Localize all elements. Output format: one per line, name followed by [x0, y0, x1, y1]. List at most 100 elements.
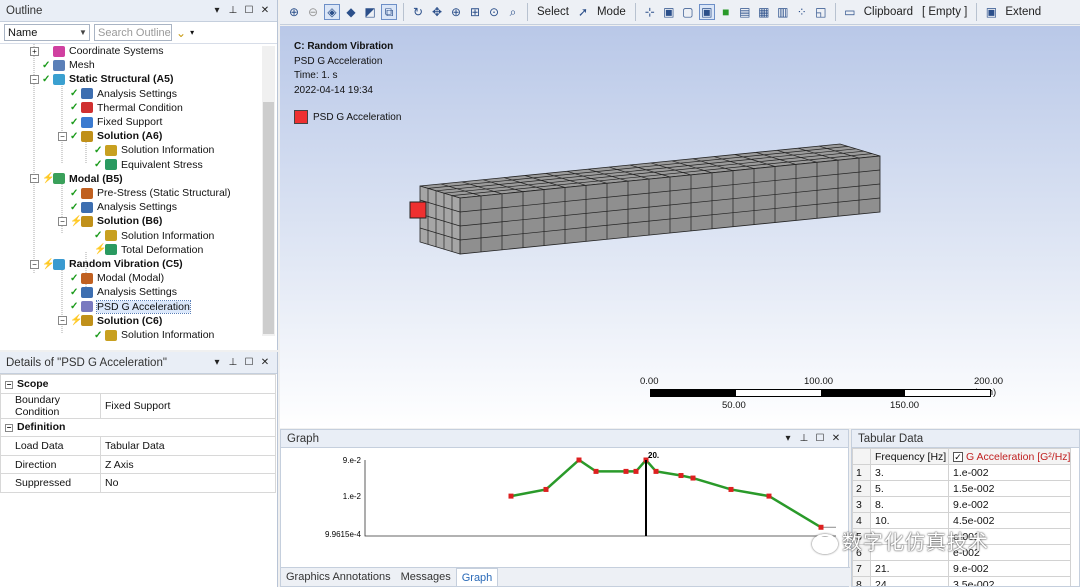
- acceleration-cell[interactable]: 9.e-002: [947, 560, 1072, 577]
- tree-item[interactable]: ✓ Mesh: [30, 58, 95, 72]
- search-outline-input[interactable]: [94, 24, 172, 41]
- rotate-icon[interactable]: ↻: [410, 4, 426, 20]
- tree-item[interactable]: ✓ Pre-Stress (Static Structural): [58, 186, 231, 200]
- graphics-viewport[interactable]: C: Random Vibration PSD G Acceleration T…: [280, 26, 1080, 428]
- frequency-cell[interactable]: 5.: [870, 480, 949, 497]
- dropdown-icon[interactable]: ▾: [211, 5, 223, 17]
- tree-item[interactable]: − ⚡ Modal (B5): [30, 172, 123, 186]
- select-all-icon[interactable]: ⁘: [794, 4, 810, 20]
- select-element-icon[interactable]: ▤: [737, 4, 753, 20]
- pin-icon[interactable]: ⊥: [227, 5, 239, 17]
- zoom-icon[interactable]: ⊕: [448, 4, 464, 20]
- collapse-icon[interactable]: −: [58, 316, 67, 326]
- zoom-fit-icon[interactable]: ⊙: [486, 4, 502, 20]
- data-point[interactable]: [543, 486, 549, 492]
- select-node-icon[interactable]: ■: [718, 4, 734, 20]
- select-edge-icon[interactable]: ▣: [661, 4, 677, 20]
- details-value[interactable]: Fixed Support: [100, 392, 276, 419]
- pan-icon[interactable]: ✥: [429, 4, 445, 20]
- details-value[interactable]: Tabular Data: [100, 436, 276, 456]
- acceleration-cell[interactable]: 1.e-002: [947, 464, 1072, 481]
- table-row[interactable]: 2 5. 1.5e-002: [852, 480, 1072, 497]
- tree-item[interactable]: − ⚡ Solution (B6): [58, 214, 162, 228]
- dropdown-icon[interactable]: ▾: [782, 433, 794, 445]
- frequency-cell[interactable]: 21.: [870, 560, 949, 577]
- data-point[interactable]: [653, 468, 659, 474]
- collapse-icon[interactable]: −: [58, 216, 67, 226]
- close-icon[interactable]: ✕: [830, 433, 842, 445]
- frequency-cell[interactable]: 24.: [870, 576, 949, 586]
- search-options-icon[interactable]: ▾: [190, 28, 194, 37]
- tree-item[interactable]: ✓ Solution Information: [82, 143, 214, 157]
- search-filter-icon[interactable]: ⌄: [176, 26, 186, 40]
- frequency-cell[interactable]: 8.: [870, 496, 949, 513]
- tab-graph[interactable]: Graph: [455, 568, 499, 586]
- details-section-header[interactable]: − Definition: [0, 417, 276, 438]
- frequency-column-header[interactable]: Frequency [Hz]: [870, 448, 949, 465]
- tab-graphics-annotations[interactable]: Graphics Annotations: [281, 568, 396, 586]
- collapse-icon[interactable]: −: [5, 380, 13, 389]
- clipboard-icon[interactable]: ▭: [842, 4, 858, 20]
- table-row[interactable]: 1 3. 1.e-002: [852, 464, 1072, 481]
- mode-menu[interactable]: Mode: [594, 6, 629, 18]
- magnifier-icon[interactable]: ⌕: [505, 4, 521, 20]
- plate-model[interactable]: [280, 26, 1080, 428]
- tree-item[interactable]: ✓ Thermal Condition: [58, 101, 183, 115]
- details-row[interactable]: Direction Z Axis: [0, 454, 276, 475]
- pin-icon[interactable]: ⊥: [227, 357, 239, 369]
- collapse-icon[interactable]: −: [58, 131, 67, 141]
- checkbox-icon[interactable]: ✓: [953, 451, 963, 462]
- dropdown-icon[interactable]: ▾: [211, 357, 223, 369]
- maximize-icon[interactable]: ☐: [243, 5, 255, 17]
- expand-icon[interactable]: +: [30, 46, 39, 56]
- box-select-icon[interactable]: ⧉: [381, 4, 397, 20]
- collapse-icon[interactable]: −: [30, 174, 39, 184]
- collapse-icon[interactable]: −: [30, 259, 39, 269]
- tree-item[interactable]: − ⚡ Solution (C6): [58, 314, 162, 328]
- tree-item[interactable]: ✓ Fixed Support: [58, 115, 162, 129]
- data-point[interactable]: [690, 475, 696, 481]
- collapse-icon[interactable]: −: [5, 424, 13, 433]
- details-row[interactable]: Suppressed No: [0, 473, 276, 493]
- data-point[interactable]: [623, 468, 629, 474]
- close-icon[interactable]: ✕: [259, 357, 271, 369]
- details-value[interactable]: Z Axis: [100, 454, 276, 475]
- psd-graph[interactable]: 9.e-2 1.e-2 9.9615e-4 20.: [281, 448, 848, 566]
- select-mesh-icon[interactable]: ▥: [775, 4, 791, 20]
- acceleration-cell[interactable]: 1.5e-002: [947, 480, 1072, 497]
- table-row[interactable]: 3 8. 9.e-002: [852, 496, 1072, 513]
- select-body-icon[interactable]: ▣: [698, 4, 715, 20]
- tree-item[interactable]: ✓ Equivalent Stress: [82, 158, 203, 172]
- zoom-out-icon[interactable]: ⊖: [305, 4, 321, 20]
- frequency-cell[interactable]: 3.: [870, 464, 949, 481]
- tree-item[interactable]: ⚡ Total Deformation: [82, 243, 203, 257]
- table-row[interactable]: 7 21. 9.e-002: [852, 560, 1072, 577]
- extend-menu[interactable]: Extend: [1002, 6, 1044, 18]
- tree-item[interactable]: + Coordinate Systems: [30, 44, 164, 58]
- acceleration-cell[interactable]: 3.5e-002: [947, 576, 1072, 586]
- data-point[interactable]: [633, 468, 639, 474]
- tree-item[interactable]: − ⚡ Random Vibration (C5): [30, 257, 183, 271]
- tree-item[interactable]: ✓ Analysis Settings: [58, 87, 177, 101]
- zoom-in-icon[interactable]: ⊕: [286, 4, 302, 20]
- tree-item[interactable]: ✓ Analysis Settings: [58, 200, 177, 214]
- outline-scrollbar[interactable]: [262, 46, 275, 336]
- tree-item[interactable]: ✓ Solution Information: [82, 229, 214, 243]
- tree-item[interactable]: ✓ PSD G Acceleration: [58, 299, 191, 314]
- pin-icon[interactable]: ⊥: [798, 433, 810, 445]
- data-point[interactable]: [508, 493, 514, 499]
- select-none-icon[interactable]: ◱: [813, 4, 829, 20]
- select-face-icon[interactable]: ▢: [680, 4, 696, 20]
- extend-icon[interactable]: ▣: [983, 4, 999, 20]
- shaded-view-icon[interactable]: ◈: [324, 4, 340, 20]
- outline-scrollbar-thumb[interactable]: [263, 102, 274, 334]
- data-point[interactable]: [593, 468, 599, 474]
- cursor-icon[interactable]: ➚: [575, 4, 591, 20]
- section-view-icon[interactable]: ◩: [362, 4, 378, 20]
- data-point[interactable]: [766, 493, 772, 499]
- tree-item[interactable]: − ✓ Static Structural (A5): [30, 72, 173, 86]
- table-row[interactable]: 8 24. 3.5e-002: [852, 576, 1072, 586]
- tree-item[interactable]: ✓ Modal (Modal): [58, 271, 164, 285]
- wireframe-view-icon[interactable]: ◆: [343, 4, 359, 20]
- details-row[interactable]: Load Data Tabular Data: [0, 436, 276, 456]
